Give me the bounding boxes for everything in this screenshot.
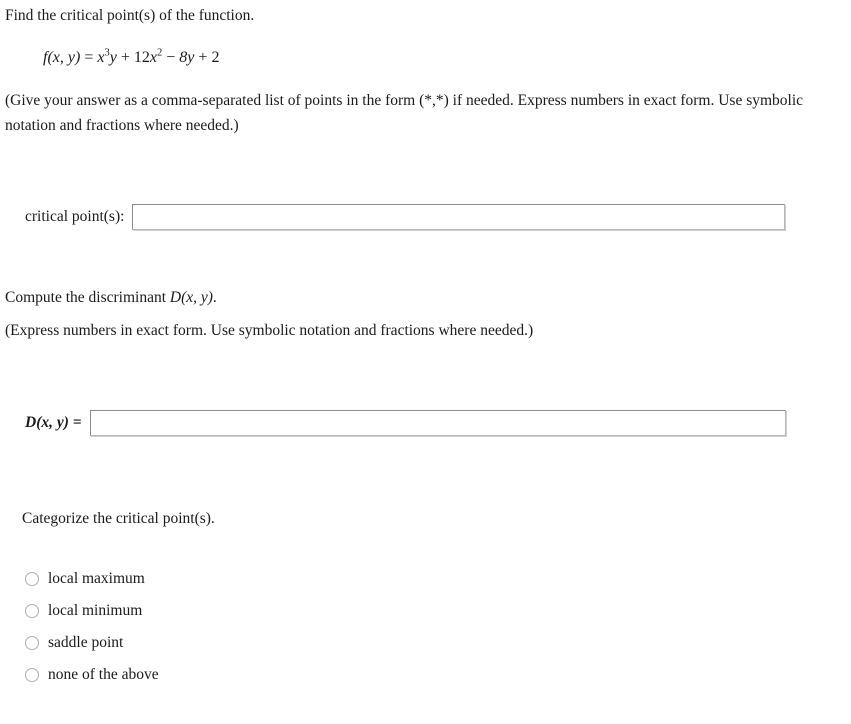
categorize-radio-group: local maximum local minimum saddle point… (25, 563, 159, 691)
discriminant-note: (Express numbers in exact form. Use symb… (5, 322, 534, 339)
page-title: Find the critical point(s) of the functi… (5, 7, 255, 24)
critical-points-label: critical point(s): (25, 208, 125, 225)
formula-term3: 8y (179, 49, 195, 66)
radio-option-label: none of the above (48, 666, 159, 683)
discriminant-question-math: D(x, y) (169, 289, 213, 306)
categorize-title: Categorize the critical point(s). (22, 510, 215, 527)
formula-term1-var: y (109, 49, 117, 66)
formula-term2-coefficient: 12 (133, 49, 150, 66)
exercise-page: Find the critical point(s) of the functi… (0, 0, 851, 724)
answer-format-instruction: (Give your answer as a comma-separated l… (5, 92, 804, 134)
formula-term4: 2 (211, 49, 220, 66)
formula-operator-2: − (166, 49, 176, 66)
discriminant-input[interactable] (89, 410, 786, 436)
radio-circle-icon[interactable] (25, 668, 39, 682)
radio-option-label: local maximum (48, 570, 145, 587)
critical-points-field-row: critical point(s): (25, 204, 786, 230)
radio-option-label: local minimum (48, 602, 143, 619)
formula-operator-1: + (120, 49, 130, 66)
formula-term2-exponent: 2 (156, 47, 163, 59)
discriminant-question-suffix: . (212, 289, 217, 306)
radio-circle-icon[interactable] (25, 572, 39, 586)
discriminant-question-prefix: Compute the discriminant (5, 289, 170, 306)
radio-circle-icon[interactable] (25, 636, 39, 650)
discriminant-question: Compute the discriminant D(x, y). (5, 287, 217, 309)
radio-option-none-of-the-above[interactable]: none of the above (25, 659, 159, 691)
formula-lhs: f(x, y) (43, 49, 81, 66)
formula-equals: = (84, 49, 94, 66)
radio-circle-icon[interactable] (25, 604, 39, 618)
formula-term2-base: x (149, 49, 157, 66)
formula-operator-3: + (198, 49, 208, 66)
discriminant-field-row: D(x, y) = (25, 410, 786, 436)
radio-option-saddle-point[interactable]: saddle point (25, 627, 159, 659)
radio-option-label: saddle point (48, 634, 124, 651)
radio-option-local-minimum[interactable]: local minimum (25, 595, 159, 627)
discriminant-label: D(x, y) = (25, 414, 82, 431)
critical-points-input[interactable] (132, 204, 786, 230)
radio-option-local-maximum[interactable]: local maximum (25, 563, 159, 595)
function-formula: f(x, y) = x3y + 12x2 − 8y + 2 (43, 47, 219, 69)
